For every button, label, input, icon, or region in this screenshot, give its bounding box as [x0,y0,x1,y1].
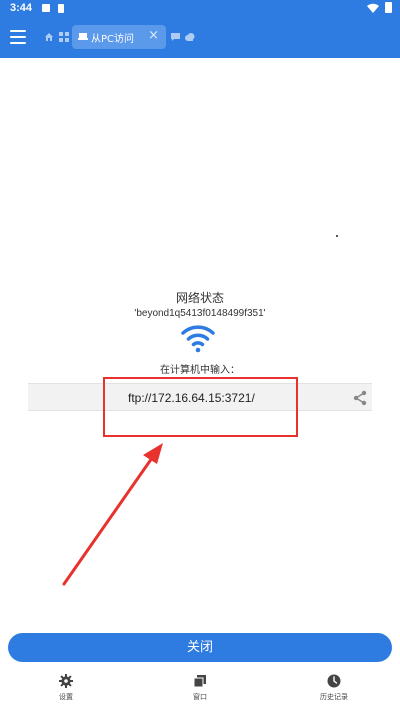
status-bar: 3:44 [0,0,400,18]
instruction-text: 在计算机中输入： [160,365,240,376]
battery-icon [385,2,392,13]
nav-label-settings: 设置 [59,693,73,701]
bottom-nav: 设置 窗口 历史记录 [0,668,400,710]
nav-label-history: 历史记录 [320,693,348,701]
annotation-arrow [62,443,163,586]
apps-grid-icon[interactable] [59,32,69,42]
cloud-icon[interactable] [185,33,195,41]
wifi-icon [181,325,215,353]
status-right [367,2,392,13]
home-icon[interactable] [44,32,54,42]
nav-item-history[interactable]: 历史记录 [304,674,364,702]
network-status-title: 网络状态 [175,291,224,305]
tab-close-icon[interactable]: × [148,28,159,43]
wifi-status-icon [367,3,379,13]
windows-icon [193,675,206,688]
toolbar: 从PC访问 × [0,22,400,56]
app-header: 3:44 从PC访问 × [0,0,400,58]
annotation-highlight-box [103,377,298,437]
sd-card-icon [58,4,64,13]
chat-icon[interactable] [171,33,180,41]
stray-dot [336,235,338,237]
notification-icon [42,4,50,12]
close-button[interactable]: 关闭 [8,633,392,662]
status-time: 3:44 [10,2,33,14]
tab-access-from-pc[interactable]: 从PC访问 × [72,25,166,49]
nav-label-windows: 窗口 [193,693,207,701]
nav-item-windows[interactable]: 窗口 [170,674,230,702]
share-icon[interactable] [352,390,368,406]
gear-icon [59,674,73,688]
nav-item-settings[interactable]: 设置 [36,674,96,702]
network-ssid: 'beyond1q5413f0148499f351' [134,308,266,319]
menu-icon[interactable] [10,30,26,44]
tab-label: 从PC访问 [91,34,135,45]
computer-icon [78,33,88,40]
clock-icon [327,674,341,688]
